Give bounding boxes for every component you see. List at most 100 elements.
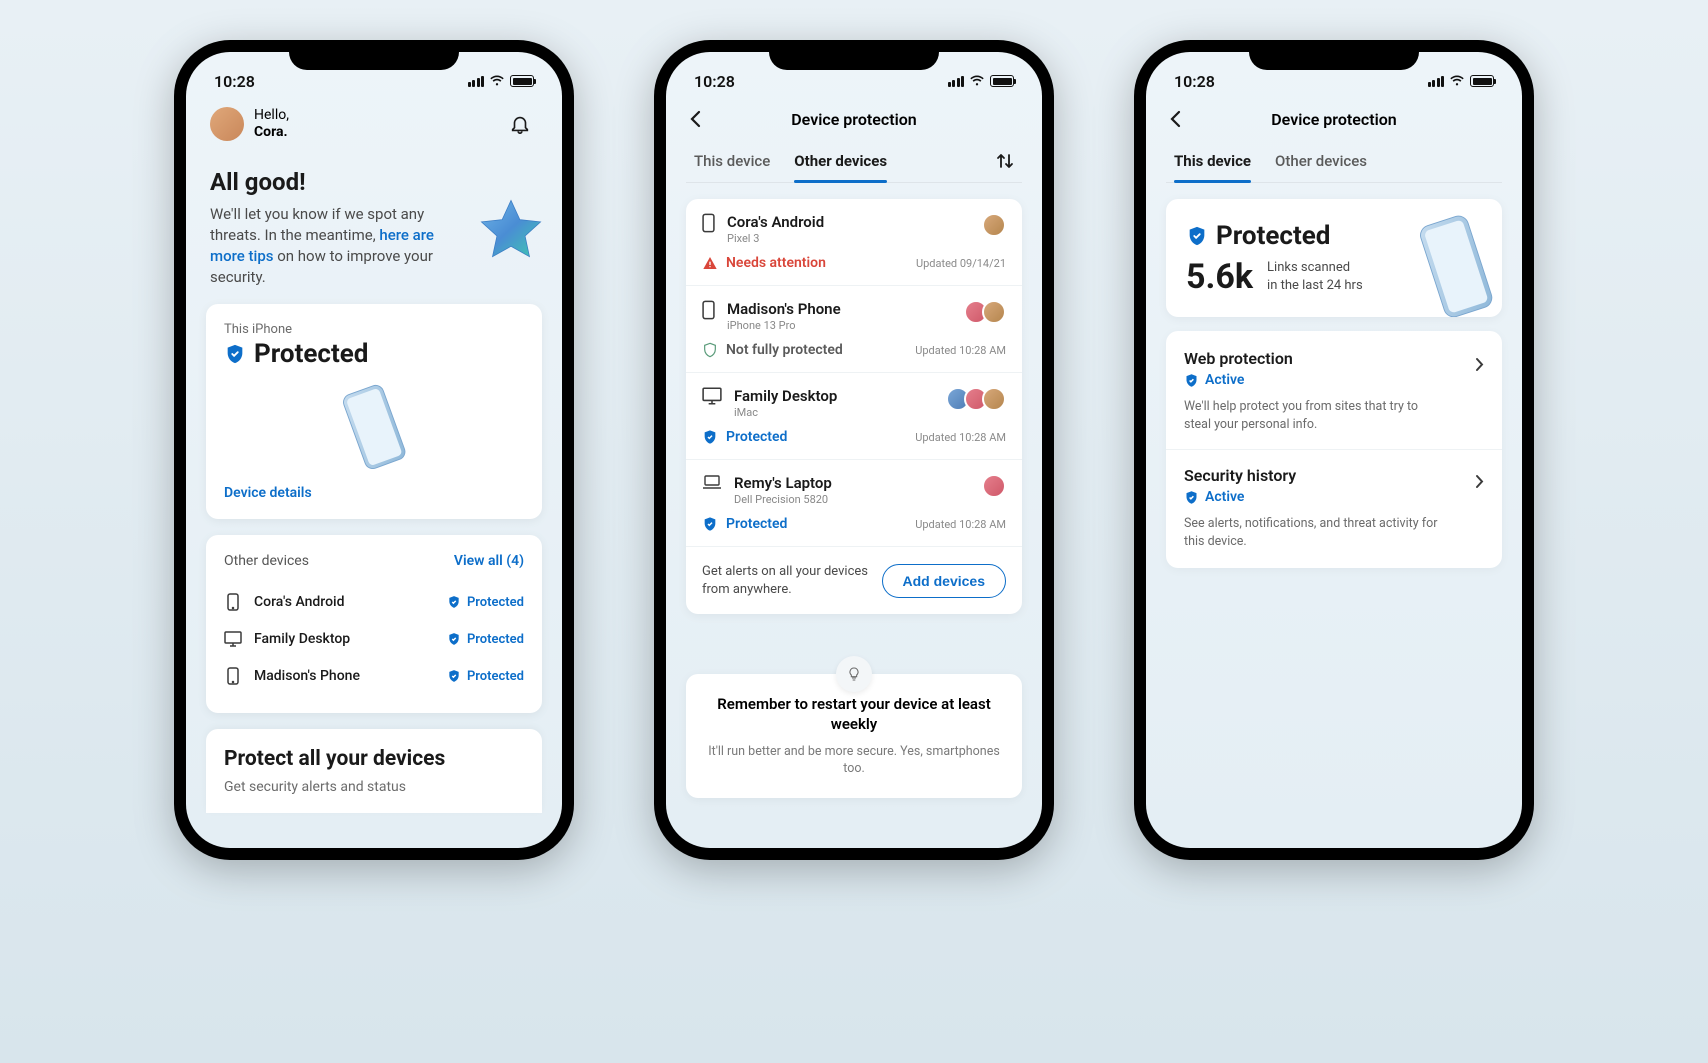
web-protection-row[interactable]: Web protection Active We'll help protect…	[1184, 349, 1484, 433]
protected-row: Protected	[224, 339, 524, 369]
banner-subtitle: Get security alerts and status	[224, 779, 524, 795]
status-icons	[1428, 75, 1495, 87]
add-devices-button[interactable]: Add devices	[882, 564, 1006, 598]
other-devices-card: Other devices View all (4) Cora's Androi…	[206, 535, 542, 713]
status-time: 10:28	[1174, 72, 1215, 91]
device-status: Protected	[447, 632, 524, 647]
status-icons	[468, 75, 535, 87]
phone-frame-other-devices: 10:28 Device protection This device Othe…	[654, 40, 1054, 860]
stat-label: Links scanned in the last 24 hrs	[1267, 259, 1363, 294]
screen-other-devices: 10:28 Device protection This device Othe…	[666, 52, 1042, 848]
device-avatars	[988, 213, 1006, 237]
device-status: Protected	[447, 669, 524, 684]
status-time: 10:28	[694, 72, 735, 91]
device-name: Madison's Phone	[727, 300, 841, 318]
sort-button[interactable]	[996, 152, 1014, 170]
security-history-row[interactable]: Security history Active See alerts, noti…	[1184, 466, 1484, 550]
device-name: Family Desktop	[734, 387, 837, 405]
device-updated: Updated 09/14/21	[916, 257, 1006, 270]
back-button[interactable]	[1170, 110, 1200, 128]
avatar-greeting[interactable]: Hello, Cora.	[210, 107, 289, 142]
device-updated: Updated 10:28 AM	[915, 518, 1006, 531]
device-list-item[interactable]: Remy's Laptop Dell Precision 5820 Protec…	[686, 460, 1022, 547]
other-devices-label: Other devices	[224, 553, 309, 569]
signal-icon	[1428, 76, 1445, 87]
phone-icon	[702, 213, 715, 245]
section-description: We'll help protect you from sites that t…	[1184, 398, 1444, 433]
signal-icon	[468, 76, 485, 87]
tip-title: Remember to restart your device at least…	[706, 694, 1002, 735]
divider	[1166, 449, 1502, 450]
shield-check-icon	[1184, 373, 1199, 388]
tab-other-devices[interactable]: Other devices	[1275, 140, 1367, 182]
back-button[interactable]	[690, 110, 720, 128]
notch	[1249, 40, 1419, 70]
device-name: Madison's Phone	[254, 668, 360, 684]
hero-subtitle: We'll let you know if we spot any threat…	[210, 204, 470, 288]
device-avatars	[970, 300, 1006, 324]
this-device-card[interactable]: This iPhone Protected Device details	[206, 304, 542, 519]
battery-icon	[1470, 75, 1494, 87]
protect-devices-banner[interactable]: Protect all your devices Get security al…	[206, 729, 542, 813]
device-model: Pixel 3	[727, 232, 824, 245]
device-model: iMac	[734, 406, 837, 419]
phone-icon	[224, 593, 242, 611]
shield-outline-icon	[702, 342, 718, 358]
nav-header: Device protection	[1166, 96, 1502, 140]
status-icons	[948, 75, 1015, 87]
protection-hero-card: Protected 5.6k Links scanned in the last…	[1166, 199, 1502, 317]
device-list: Cora's Android Pixel 3 Needs attention U…	[686, 199, 1022, 614]
device-details-link[interactable]: Device details	[224, 485, 524, 501]
notifications-button[interactable]	[502, 106, 538, 142]
wifi-icon	[1449, 75, 1465, 87]
device-avatars	[952, 387, 1006, 411]
device-name: Cora's Android	[254, 594, 344, 610]
section-status: Active	[1184, 372, 1444, 388]
device-row[interactable]: Cora's Android Protected	[224, 583, 524, 621]
tab-other-devices[interactable]: Other devices	[794, 140, 887, 182]
this-device-label: This iPhone	[224, 322, 524, 337]
device-list-item[interactable]: Madison's Phone iPhone 13 Pro Not fully …	[686, 286, 1022, 373]
star-icon	[474, 196, 548, 270]
shield-check-icon	[702, 429, 718, 445]
tip-card: Remember to restart your device at least…	[686, 674, 1022, 798]
device-name: Cora's Android	[727, 213, 824, 231]
screen-home: 10:28 Hello, Cora.	[186, 52, 562, 848]
stat-number: 5.6k	[1186, 257, 1253, 297]
add-devices-footer: Get alerts on all your devices from anyw…	[686, 547, 1022, 614]
battery-icon	[990, 75, 1014, 87]
chevron-left-icon	[1170, 110, 1181, 128]
section-title: Security history	[1184, 466, 1444, 485]
device-list-item[interactable]: Family Desktop iMac Protected Updated 10…	[686, 373, 1022, 460]
device-list-item[interactable]: Cora's Android Pixel 3 Needs attention U…	[686, 199, 1022, 286]
sort-icon	[996, 152, 1014, 170]
protection-status: Protected	[1216, 221, 1330, 251]
device-status: Needs attention	[702, 255, 826, 271]
device-status: Protected	[702, 429, 787, 445]
tabs: This device Other devices	[686, 140, 1022, 183]
greeting-text: Hello, Cora.	[254, 107, 289, 142]
tabs: This device Other devices	[1166, 140, 1502, 183]
device-row[interactable]: Madison's Phone Protected	[224, 657, 524, 695]
device-name: Family Desktop	[254, 631, 350, 647]
greeting-hello: Hello,	[254, 107, 289, 125]
device-status: Protected	[447, 595, 524, 610]
battery-icon	[510, 75, 534, 87]
phone-frame-this-device: 10:28 Device protection This device Othe…	[1134, 40, 1534, 860]
tab-this-device[interactable]: This device	[1174, 140, 1251, 182]
desktop-icon	[224, 631, 242, 647]
device-name: Remy's Laptop	[734, 474, 832, 492]
device-updated: Updated 10:28 AM	[915, 431, 1006, 444]
device-row[interactable]: Family Desktop Protected	[224, 621, 524, 657]
phone-illustration	[319, 379, 429, 479]
shield-check-icon	[447, 632, 461, 646]
chevron-right-icon	[1475, 357, 1484, 372]
phone-frame-home: 10:28 Hello, Cora.	[174, 40, 574, 860]
lightbulb-icon	[836, 656, 872, 692]
other-devices-head: Other devices View all (4)	[224, 553, 524, 569]
tab-this-device[interactable]: This device	[694, 140, 770, 182]
alert-triangle-icon	[702, 255, 718, 271]
greeting-name: Cora.	[254, 124, 289, 142]
view-all-link[interactable]: View all (4)	[454, 553, 524, 569]
avatar[interactable]	[210, 107, 244, 141]
